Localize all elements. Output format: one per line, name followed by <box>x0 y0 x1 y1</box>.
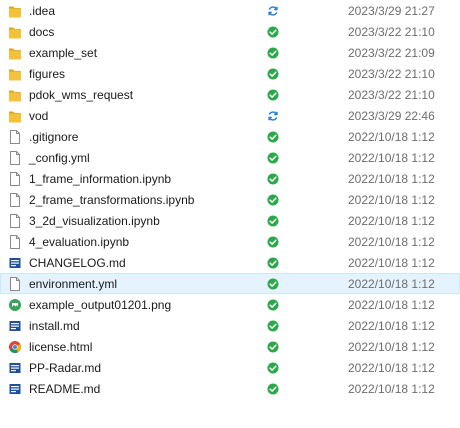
file-name: install.md <box>29 319 80 333</box>
markdown-file-icon <box>8 255 22 271</box>
date-modified: 2022/10/18 1:12 <box>348 298 435 312</box>
list-item[interactable]: PP-Radar.md 2022/10/18 1:12 <box>0 357 460 378</box>
date-modified: 2023/3/22 21:10 <box>348 25 435 39</box>
synced-check-icon <box>267 257 279 269</box>
list-item[interactable]: _config.yml 2022/10/18 1:12 <box>0 147 460 168</box>
folder-icon <box>8 45 22 61</box>
list-item[interactable]: .gitignore 2022/10/18 1:12 <box>0 126 460 147</box>
file-name: pdok_wms_request <box>29 88 134 102</box>
synced-check-icon <box>267 215 279 227</box>
file-name: 1_frame_information.ipynb <box>29 172 172 186</box>
date-modified: 2022/10/18 1:12 <box>348 172 435 186</box>
list-item[interactable]: CHANGELOG.md 2022/10/18 1:12 <box>0 252 460 273</box>
folder-icon <box>8 66 22 82</box>
synced-check-icon <box>267 320 279 332</box>
file-name: docs <box>29 25 55 39</box>
date-modified: 2023/3/22 21:10 <box>348 67 435 81</box>
synced-check-icon <box>267 194 279 206</box>
markdown-file-icon <box>8 360 22 376</box>
date-modified: 2022/10/18 1:12 <box>348 340 435 354</box>
file-icon <box>8 234 22 250</box>
synced-check-icon <box>267 299 279 311</box>
sync-pending-icon <box>267 110 279 122</box>
file-name: _config.yml <box>29 151 90 165</box>
file-icon <box>8 150 22 166</box>
file-name: vod <box>29 109 49 123</box>
date-modified: 2022/10/18 1:12 <box>348 151 435 165</box>
file-name: 4_evaluation.ipynb <box>29 235 130 249</box>
chrome-icon <box>8 339 22 355</box>
file-icon <box>8 276 22 292</box>
file-name: PP-Radar.md <box>29 361 102 375</box>
synced-check-icon <box>267 47 279 59</box>
synced-check-icon <box>267 68 279 80</box>
file-list: .idea 2023/3/29 21:27 docs 2023/3/22 21:… <box>0 0 460 399</box>
synced-check-icon <box>267 362 279 374</box>
date-modified: 2022/10/18 1:12 <box>348 130 435 144</box>
file-name: 2_frame_transformations.ipynb <box>29 193 195 207</box>
list-item[interactable]: pdok_wms_request 2023/3/22 21:10 <box>0 84 460 105</box>
date-modified: 2022/10/18 1:12 <box>348 235 435 249</box>
file-icon <box>8 213 22 229</box>
image-file-icon <box>8 297 22 313</box>
file-name: .idea <box>29 4 56 18</box>
synced-check-icon <box>267 173 279 185</box>
list-item[interactable]: figures 2023/3/22 21:10 <box>0 63 460 84</box>
date-modified: 2022/10/18 1:12 <box>348 361 435 375</box>
synced-check-icon <box>267 236 279 248</box>
list-item[interactable]: 3_2d_visualization.ipynb 2022/10/18 1:12 <box>0 210 460 231</box>
markdown-file-icon <box>8 381 22 397</box>
file-name: README.md <box>29 382 101 396</box>
list-item[interactable]: install.md 2022/10/18 1:12 <box>0 315 460 336</box>
file-name: license.html <box>29 340 93 354</box>
list-item[interactable]: example_output01201.png 2022/10/18 1:12 <box>0 294 460 315</box>
synced-check-icon <box>267 383 279 395</box>
file-name: example_output01201.png <box>29 298 172 312</box>
synced-check-icon <box>267 152 279 164</box>
date-modified: 2022/10/18 1:12 <box>348 319 435 333</box>
file-name: 3_2d_visualization.ipynb <box>29 214 160 228</box>
file-name: environment.yml <box>29 277 118 291</box>
file-name: CHANGELOG.md <box>29 256 126 270</box>
list-item[interactable]: docs 2023/3/22 21:10 <box>0 21 460 42</box>
file-icon <box>8 129 22 145</box>
markdown-file-icon <box>8 318 22 334</box>
file-icon <box>8 171 22 187</box>
folder-icon <box>8 87 22 103</box>
date-modified: 2022/10/18 1:12 <box>348 277 435 291</box>
synced-check-icon <box>267 89 279 101</box>
list-item[interactable]: example_set 2023/3/22 21:09 <box>0 42 460 63</box>
date-modified: 2022/10/18 1:12 <box>348 214 435 228</box>
date-modified: 2022/10/18 1:12 <box>348 256 435 270</box>
file-name: example_set <box>29 46 98 60</box>
date-modified: 2023/3/29 22:46 <box>348 109 435 123</box>
list-item[interactable]: 1_frame_information.ipynb 2022/10/18 1:1… <box>0 168 460 189</box>
file-icon <box>8 192 22 208</box>
list-item[interactable]: README.md 2022/10/18 1:12 <box>0 378 460 399</box>
synced-check-icon <box>267 341 279 353</box>
date-modified: 2023/3/29 21:27 <box>348 4 435 18</box>
list-item[interactable]: 4_evaluation.ipynb 2022/10/18 1:12 <box>0 231 460 252</box>
folder-icon <box>8 24 22 40</box>
folder-icon <box>8 3 22 19</box>
list-item[interactable]: environment.yml 2022/10/18 1:12 <box>0 273 460 294</box>
sync-pending-icon <box>267 5 279 17</box>
synced-check-icon <box>267 26 279 38</box>
list-item[interactable]: vod 2023/3/29 22:46 <box>0 105 460 126</box>
folder-icon <box>8 108 22 124</box>
list-item[interactable]: license.html 2022/10/18 1:12 <box>0 336 460 357</box>
date-modified: 2023/3/22 21:10 <box>348 88 435 102</box>
date-modified: 2022/10/18 1:12 <box>348 193 435 207</box>
list-item[interactable]: .idea 2023/3/29 21:27 <box>0 0 460 21</box>
file-name: .gitignore <box>29 130 79 144</box>
file-name: figures <box>29 67 66 81</box>
date-modified: 2023/3/22 21:09 <box>348 46 435 60</box>
date-modified: 2022/10/18 1:12 <box>348 382 435 396</box>
list-item[interactable]: 2_frame_transformations.ipynb 2022/10/18… <box>0 189 460 210</box>
synced-check-icon <box>267 278 279 290</box>
synced-check-icon <box>267 131 279 143</box>
